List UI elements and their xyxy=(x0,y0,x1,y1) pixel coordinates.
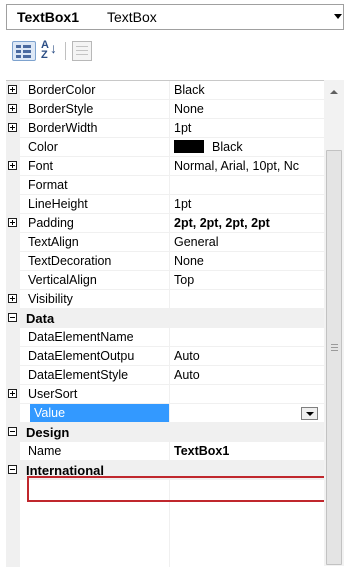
property-value[interactable]: Normal, Arial, 10pt, Nc xyxy=(174,159,322,173)
grip-line xyxy=(331,344,338,345)
property-name: Value xyxy=(34,406,66,420)
property-name: TextDecoration xyxy=(28,254,112,268)
property-value[interactable]: Top xyxy=(174,273,322,287)
property-row[interactable]: UserSort xyxy=(6,385,324,404)
category-row-data[interactable]: Data xyxy=(6,309,324,328)
property-row[interactable]: Font Normal, Arial, 10pt, Nc xyxy=(6,157,324,176)
alphabetical-button[interactable]: A Z ↓ xyxy=(40,40,60,61)
property-value[interactable]: Auto xyxy=(174,368,322,382)
property-name: BorderColor xyxy=(28,83,96,97)
property-name: Color xyxy=(28,140,58,154)
toolbar-separator xyxy=(65,42,66,60)
property-row[interactable]: VerticalAlign Top xyxy=(6,271,324,290)
collapse-minus-icon[interactable] xyxy=(8,427,17,436)
category-row-design[interactable]: Design xyxy=(6,423,324,442)
property-pages-button[interactable] xyxy=(72,41,92,61)
collapse-minus-icon[interactable] xyxy=(8,465,17,474)
property-name: BorderWidth xyxy=(28,121,98,135)
property-name: DataElementOutpu xyxy=(28,349,135,363)
property-row[interactable]: TextAlign General xyxy=(6,233,324,252)
color-value-text: Black xyxy=(212,140,243,154)
property-value[interactable]: Black xyxy=(174,140,322,154)
expand-plus-icon[interactable] xyxy=(8,123,17,132)
property-name: VerticalAlign xyxy=(28,273,97,287)
property-name: TextAlign xyxy=(28,235,79,249)
object-selector-dropdown[interactable]: TextBox1 TextBox xyxy=(6,4,344,30)
property-value[interactable]: 1pt xyxy=(174,197,322,211)
property-name: UserSort xyxy=(28,387,78,401)
vertical-scrollbar[interactable] xyxy=(324,80,344,566)
property-row[interactable]: LineHeight 1pt xyxy=(6,195,324,214)
scrollbar-thumb[interactable] xyxy=(326,150,342,565)
property-value[interactable]: 2pt, 2pt, 2pt, 2pt xyxy=(174,216,322,230)
expand-plus-icon[interactable] xyxy=(8,218,17,227)
property-row[interactable]: BorderColor Black xyxy=(6,81,324,100)
property-row[interactable]: DataElementOutpu Auto xyxy=(6,347,324,366)
grip-line xyxy=(331,347,338,348)
property-row[interactable]: Format xyxy=(6,176,324,195)
category-label: Design xyxy=(26,425,70,440)
scroll-up-icon[interactable] xyxy=(330,90,338,94)
collapse-minus-icon[interactable] xyxy=(8,313,17,322)
property-value[interactable]: None xyxy=(174,254,322,268)
property-name: Format xyxy=(28,178,68,192)
property-value[interactable]: Auto xyxy=(174,349,322,363)
property-row[interactable]: TextDecoration None xyxy=(6,252,324,271)
property-name: DataElementStyle xyxy=(28,368,129,382)
property-row[interactable]: BorderWidth 1pt xyxy=(6,119,324,138)
expand-plus-icon[interactable] xyxy=(8,294,17,303)
property-name: BorderStyle xyxy=(28,102,94,116)
property-row[interactable]: Color Black xyxy=(6,138,324,157)
grip-line xyxy=(331,350,338,351)
category-label: Data xyxy=(26,311,55,326)
property-row[interactable]: Name TextBox1 xyxy=(6,442,324,461)
property-value[interactable]: TextBox1 xyxy=(174,444,322,458)
property-value[interactable]: None xyxy=(174,102,322,116)
color-swatch xyxy=(174,140,204,153)
expand-plus-icon[interactable] xyxy=(8,389,17,398)
sort-glyph-z: Z xyxy=(41,49,48,61)
selected-object-name: TextBox1 xyxy=(17,9,79,25)
sort-arrow: ↓ xyxy=(50,40,57,56)
expand-plus-icon[interactable] xyxy=(8,85,17,94)
property-name: Padding xyxy=(28,216,74,230)
categorized-button[interactable] xyxy=(12,41,36,61)
property-row[interactable]: Padding 2pt, 2pt, 2pt, 2pt xyxy=(6,214,324,233)
category-label: International xyxy=(26,463,105,478)
property-value[interactable]: Black xyxy=(174,83,322,97)
selected-object-type: TextBox xyxy=(107,9,157,25)
property-row[interactable]: DataElementName xyxy=(6,328,324,347)
property-grid: BorderColor Black BorderStyle None Borde… xyxy=(6,80,324,567)
property-row[interactable]: Visibility xyxy=(6,290,324,309)
value-dropdown-button[interactable] xyxy=(301,407,318,420)
property-row[interactable]: DataElementStyle Auto xyxy=(6,366,324,385)
category-row-international[interactable]: International xyxy=(6,461,324,480)
property-name: LineHeight xyxy=(28,197,88,211)
property-name: Visibility xyxy=(28,292,73,306)
property-grid-toolbar: A Z ↓ xyxy=(6,36,342,66)
property-name: Name xyxy=(28,444,62,458)
expand-plus-icon[interactable] xyxy=(8,161,17,170)
property-row-selected[interactable]: Value xyxy=(6,404,324,423)
property-row[interactable]: BorderStyle None xyxy=(6,100,324,119)
chevron-down-icon[interactable] xyxy=(334,14,342,19)
property-name: Font xyxy=(28,159,54,173)
expand-plus-icon[interactable] xyxy=(8,104,17,113)
chevron-down-icon xyxy=(306,412,314,416)
property-value[interactable]: 1pt xyxy=(174,121,322,135)
property-name: DataElementName xyxy=(28,330,134,344)
property-value[interactable]: General xyxy=(174,235,322,249)
